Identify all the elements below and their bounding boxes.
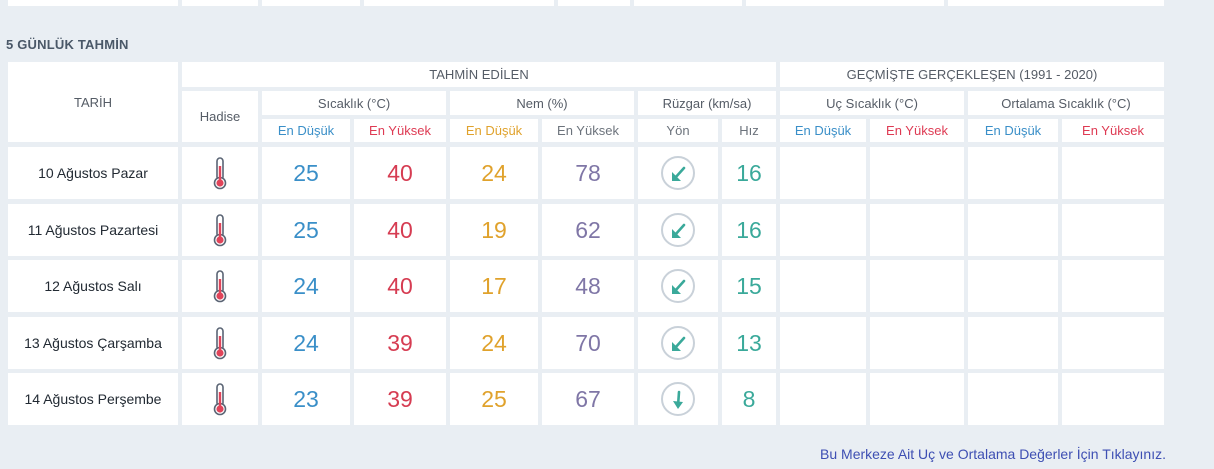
arrow-southwest-icon	[672, 336, 686, 351]
subheader-temp-low: En Düşük	[262, 119, 350, 142]
event-cell	[182, 260, 258, 312]
temp-high-cell: 40	[354, 260, 446, 312]
avg-low-cell	[968, 260, 1058, 312]
event-cell	[182, 373, 258, 425]
extreme-high-cell	[870, 260, 964, 312]
avg-low-cell	[968, 317, 1058, 369]
wind-speed-cell: 13	[722, 317, 776, 369]
temp-low-cell: 25	[262, 204, 350, 256]
subheader-avg-high: En Yüksek	[1062, 119, 1164, 142]
subheader-humidity-high: En Yüksek	[542, 119, 634, 142]
previous-table-remnant	[0, 0, 1166, 7]
humidity-low-cell: 24	[450, 317, 538, 369]
humidity-low-cell: 25	[450, 373, 538, 425]
extreme-low-cell	[780, 260, 866, 312]
wind-direction-cell	[638, 373, 718, 425]
humidity-high-cell: 70	[542, 317, 634, 369]
wind-compass	[661, 326, 695, 360]
temp-high-cell: 39	[354, 317, 446, 369]
wind-speed-cell: 16	[722, 204, 776, 256]
extreme-high-cell	[870, 317, 964, 369]
extreme-low-cell	[780, 317, 866, 369]
temp-low-cell: 23	[262, 373, 350, 425]
avg-low-cell	[968, 373, 1058, 425]
arrow-southwest-icon	[672, 166, 686, 181]
humidity-high-cell: 48	[542, 260, 634, 312]
date-cell: 10 Ağustos Pazar	[8, 147, 178, 199]
wind-direction-cell	[638, 147, 718, 199]
wind-direction-cell	[638, 260, 718, 312]
avg-high-cell	[1062, 204, 1164, 256]
avg-low-cell	[968, 147, 1058, 199]
extreme-high-cell	[870, 373, 964, 425]
humidity-high-cell: 78	[542, 147, 634, 199]
header-humidity: Nem (%)	[450, 91, 634, 115]
avg-low-cell	[968, 204, 1058, 256]
extreme-high-cell	[870, 147, 964, 199]
temp-low-cell: 24	[262, 317, 350, 369]
wind-speed-cell: 8	[722, 373, 776, 425]
subheader-humidity-low: En Düşük	[450, 119, 538, 142]
wind-compass	[661, 156, 695, 190]
date-cell: 13 Ağustos Çarşamba	[8, 317, 178, 369]
wind-direction-cell	[638, 317, 718, 369]
temp-low-cell: 25	[262, 147, 350, 199]
humidity-low-cell: 17	[450, 260, 538, 312]
extreme-high-cell	[870, 204, 964, 256]
header-extreme-temp: Uç Sıcaklık (°C)	[780, 91, 964, 115]
date-cell: 12 Ağustos Salı	[8, 260, 178, 312]
avg-high-cell	[1062, 260, 1164, 312]
header-wind: Rüzgar (km/sa)	[638, 91, 776, 115]
temp-high-cell: 40	[354, 204, 446, 256]
date-cell: 11 Ağustos Pazartesi	[8, 204, 178, 256]
avg-high-cell	[1062, 147, 1164, 199]
wind-compass	[661, 269, 695, 303]
arrow-south-icon	[673, 390, 683, 409]
header-event: Hadise	[182, 91, 258, 142]
avg-high-cell	[1062, 317, 1164, 369]
thermometer-hot-icon	[213, 270, 227, 303]
thermometer-hot-icon	[213, 157, 227, 190]
wind-compass	[661, 382, 695, 416]
arrow-southwest-icon	[672, 223, 686, 238]
humidity-high-cell: 62	[542, 204, 634, 256]
thermometer-hot-icon	[213, 214, 227, 247]
temp-low-cell: 24	[262, 260, 350, 312]
thermometer-hot-icon	[213, 327, 227, 360]
wind-speed-cell: 15	[722, 260, 776, 312]
subheader-extreme-high: En Yüksek	[870, 119, 964, 142]
event-cell	[182, 317, 258, 369]
humidity-high-cell: 67	[542, 373, 634, 425]
header-avg-temp: Ortalama Sıcaklık (°C)	[968, 91, 1164, 115]
humidity-low-cell: 24	[450, 147, 538, 199]
subheader-avg-low: En Düşük	[968, 119, 1058, 142]
extreme-low-cell	[780, 373, 866, 425]
humidity-low-cell: 19	[450, 204, 538, 256]
date-cell: 14 Ağustos Perşembe	[8, 373, 178, 425]
temp-high-cell: 40	[354, 147, 446, 199]
subheader-wind-speed: Hız	[722, 119, 776, 142]
header-history-group: GEÇMİŞTE GERÇEKLEŞEN (1991 - 2020)	[780, 62, 1164, 87]
section-title: 5 GÜNLÜK TAHMİN	[6, 37, 129, 52]
header-temperature: Sıcaklık (°C)	[262, 91, 446, 115]
event-cell	[182, 147, 258, 199]
history-values-link[interactable]: Bu Merkeze Ait Uç ve Ortalama Değerler İ…	[820, 446, 1166, 462]
extreme-low-cell	[780, 204, 866, 256]
temp-high-cell: 39	[354, 373, 446, 425]
header-date: TARİH	[8, 62, 178, 142]
thermometer-hot-icon	[213, 383, 227, 416]
arrow-southwest-icon	[672, 279, 686, 294]
avg-high-cell	[1062, 373, 1164, 425]
wind-direction-cell	[638, 204, 718, 256]
subheader-extreme-low: En Düşük	[780, 119, 866, 142]
header-forecast-group: TAHMİN EDİLEN	[182, 62, 776, 87]
subheader-wind-direction: Yön	[638, 119, 718, 142]
subheader-temp-high: En Yüksek	[354, 119, 446, 142]
wind-compass	[661, 213, 695, 247]
extreme-low-cell	[780, 147, 866, 199]
event-cell	[182, 204, 258, 256]
wind-speed-cell: 16	[722, 147, 776, 199]
